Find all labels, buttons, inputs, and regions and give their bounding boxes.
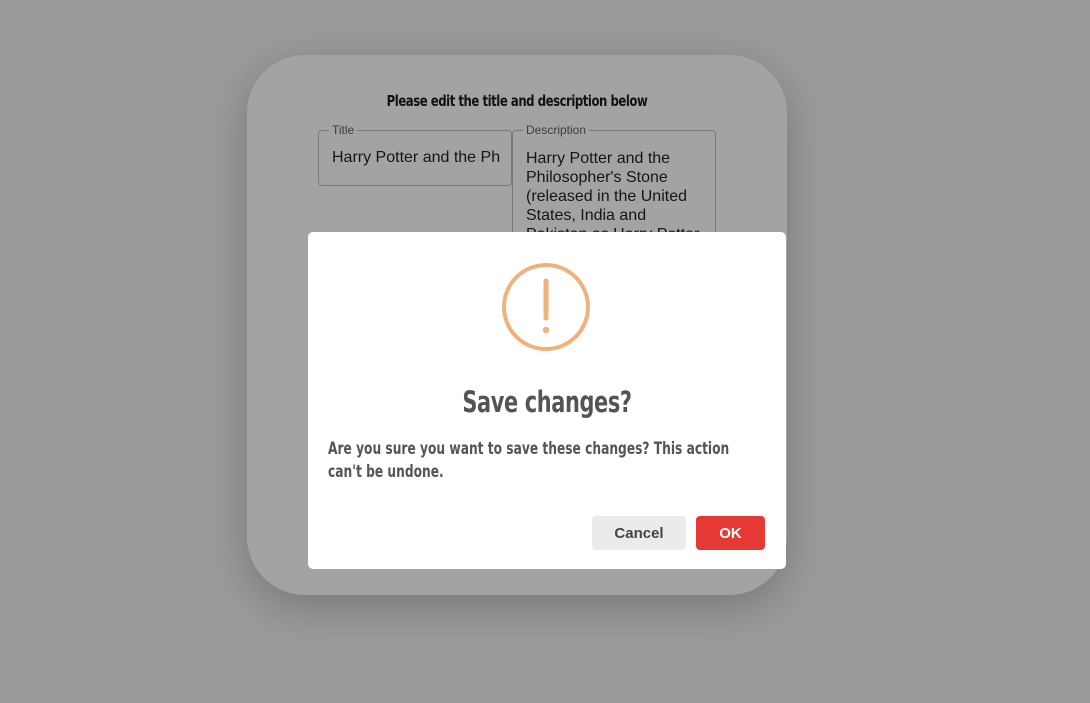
page: Please edit the title and description be… (0, 0, 1090, 703)
exclamation-circle-icon (502, 263, 590, 351)
title-input-value: Harry Potter and the Ph (332, 149, 501, 166)
cancel-button[interactable]: Cancel (592, 516, 686, 550)
title-label: Title (329, 123, 358, 137)
title-input[interactable]: Harry Potter and the Ph (318, 130, 512, 186)
save-changes-dialog: Save changes? Are you sure you want to s… (308, 232, 786, 569)
description-input-value: Harry Potter and the Philosopher's Stone… (526, 150, 699, 243)
dialog-message: Are you sure you want to save these chan… (328, 439, 730, 482)
ok-button[interactable]: OK (696, 516, 765, 550)
edit-heading: Please edit the title and description be… (386, 92, 648, 110)
dialog-title: Save changes? (462, 385, 632, 419)
description-label: Description (523, 123, 590, 137)
